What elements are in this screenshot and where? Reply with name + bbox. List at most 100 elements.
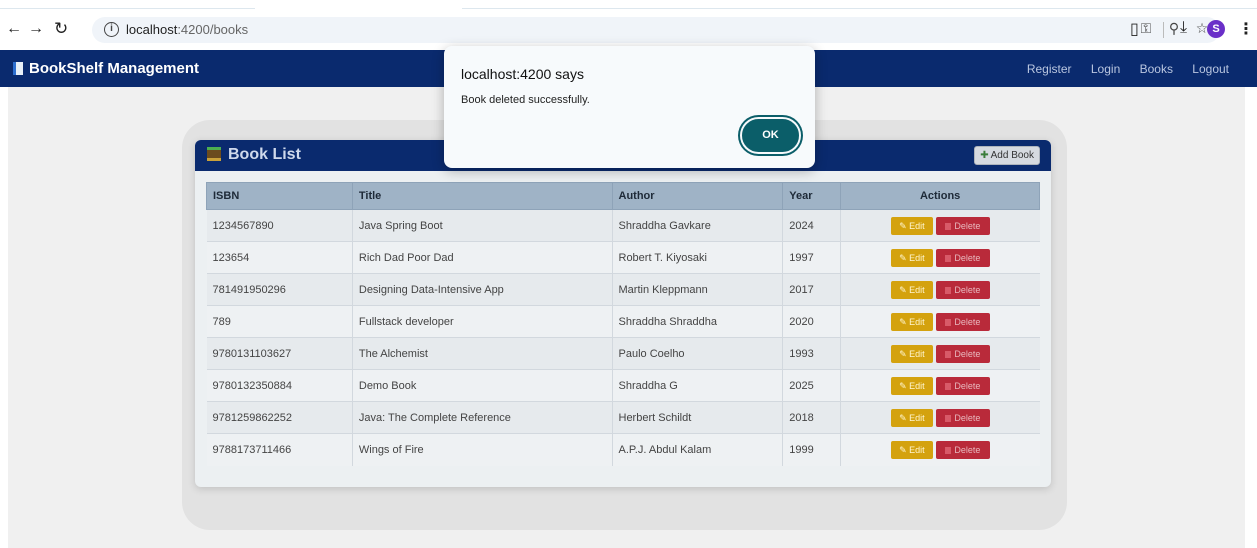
- nav-link-login[interactable]: Login: [1091, 62, 1120, 76]
- cell-isbn: 9781259862252: [206, 401, 353, 434]
- nav-link-register[interactable]: Register: [1027, 62, 1072, 76]
- cell-actions: ✎ Edit Delete: [840, 401, 1040, 434]
- tab-line-left: [0, 8, 255, 9]
- edit-button[interactable]: ✎ Edit: [890, 312, 933, 331]
- cell-title: The Alchemist: [351, 337, 612, 370]
- cell-year: 2017: [782, 273, 841, 306]
- cell-year: 2020: [782, 305, 841, 338]
- table-row: 781491950296 Designing Data-Intensive App…: [206, 273, 1040, 306]
- table-row: 9780132350884 Demo Book Shraddha G 2025 ✎ Ed…: [206, 369, 1040, 402]
- header-isbn: ISBN: [206, 182, 353, 210]
- browser-menu-icon[interactable]: ⋮: [1238, 19, 1254, 39]
- trash-icon: [945, 382, 952, 390]
- cell-title: Wings of Fire: [351, 433, 612, 466]
- trash-icon: [945, 350, 952, 358]
- trash-icon: [945, 286, 952, 294]
- delete-label: Delete: [954, 316, 981, 327]
- edit-button[interactable]: ✎ Edit: [890, 440, 933, 459]
- download-icon[interactable]: ⤓: [1180, 19, 1187, 37]
- edit-label: Edit: [909, 220, 925, 231]
- delete-button[interactable]: Delete: [935, 376, 990, 395]
- nav-links: Register Login Books Logout: [1011, 62, 1229, 76]
- cell-actions: ✎ Edit Delete: [840, 273, 1040, 306]
- pencil-icon: ✎: [899, 316, 907, 327]
- delete-button[interactable]: Delete: [935, 248, 990, 267]
- cell-isbn: 123654: [206, 241, 353, 274]
- table-row: 9780131103627 The Alchemist Paulo Coelho 19…: [206, 337, 1040, 370]
- cell-actions: ✎ Edit Delete: [840, 433, 1040, 466]
- brand[interactable]: BookShelf Management: [13, 60, 199, 77]
- delete-button[interactable]: Delete: [935, 280, 990, 299]
- nav-link-logout[interactable]: Logout: [1192, 62, 1229, 76]
- trash-icon: [945, 446, 952, 454]
- edit-button[interactable]: ✎ Edit: [890, 344, 933, 363]
- cell-author: Paulo Coelho: [611, 337, 783, 370]
- alert-dialog: localhost:4200 says Book deleted success…: [444, 46, 815, 168]
- edit-button[interactable]: ✎ Edit: [890, 408, 933, 427]
- delete-button[interactable]: Delete: [935, 312, 990, 331]
- book-icon: [13, 62, 23, 75]
- edit-label: Edit: [909, 252, 925, 263]
- edit-button[interactable]: ✎ Edit: [890, 216, 933, 235]
- reload-icon[interactable]: ↻: [54, 18, 68, 40]
- cell-title: Fullstack developer: [351, 305, 612, 338]
- add-book-button[interactable]: ✚ Add Book: [974, 146, 1040, 165]
- cell-author: Robert T. Kiyosaki: [611, 241, 783, 274]
- cell-title: Demo Book: [351, 369, 612, 402]
- edit-button[interactable]: ✎ Edit: [890, 376, 933, 395]
- delete-label: Delete: [954, 252, 981, 263]
- back-arrow-icon[interactable]: ←: [6, 18, 22, 40]
- delete-label: Delete: [954, 220, 981, 231]
- edit-label: Edit: [909, 412, 925, 423]
- card-title-text: Book List: [228, 146, 301, 163]
- extensions-puzzle-icon[interactable]: ▯: [1130, 19, 1139, 39]
- cell-isbn: 789: [206, 305, 353, 338]
- edit-button[interactable]: ✎ Edit: [890, 280, 933, 299]
- book-list-card: Book List ✚ Add Book ISBN Title Author Ye…: [195, 140, 1051, 487]
- url-text: localhost:4200/books: [126, 22, 249, 37]
- cell-isbn: 9788173711466: [206, 433, 353, 466]
- cell-actions: ✎ Edit Delete: [840, 241, 1040, 274]
- profile-avatar[interactable]: S: [1207, 20, 1225, 38]
- tab-strip-line: [0, 8, 1257, 9]
- address-bar-icons: ⚿ ⚲ ☆: [1132, 20, 1216, 37]
- nav-link-books[interactable]: Books: [1140, 62, 1173, 76]
- trash-icon: [945, 414, 952, 422]
- cell-author: Martin Kleppmann: [611, 273, 783, 306]
- cell-isbn: 1234567890: [206, 209, 353, 242]
- cell-author: Shraddha Gavkare: [611, 209, 783, 242]
- cell-year: 2025: [782, 369, 841, 402]
- pencil-icon: ✎: [899, 220, 907, 231]
- tab-line-right: [462, 8, 1257, 9]
- table-row: 1234567890 Java Spring Boot Shraddha Gavka…: [206, 209, 1040, 242]
- ok-button[interactable]: OK: [742, 119, 799, 152]
- cell-year: 1999: [782, 433, 841, 466]
- cell-title: Java: The Complete Reference: [351, 401, 612, 434]
- delete-label: Delete: [954, 444, 981, 455]
- trash-icon: [945, 318, 952, 326]
- address-bar[interactable]: i localhost:4200/books ⚿ ⚲ ☆: [92, 17, 1220, 43]
- table-row: 789 Fullstack developer Shraddha Shraddha 2…: [206, 305, 1040, 338]
- cell-actions: ✎ Edit Delete: [840, 305, 1040, 338]
- delete-button[interactable]: Delete: [935, 344, 990, 363]
- forward-arrow-icon[interactable]: →: [28, 18, 44, 40]
- cell-author: A.P.J. Abdul Kalam: [611, 433, 783, 466]
- cell-year: 2018: [782, 401, 841, 434]
- edit-button[interactable]: ✎ Edit: [890, 248, 933, 267]
- delete-button[interactable]: Delete: [935, 440, 990, 459]
- delete-button[interactable]: Delete: [935, 216, 990, 235]
- table-row: 9781259862252 Java: The Complete Referenc…: [206, 401, 1040, 434]
- delete-button[interactable]: Delete: [935, 408, 990, 427]
- brand-text: BookShelf Management: [29, 60, 200, 77]
- header-actions: Actions: [840, 182, 1040, 210]
- delete-label: Delete: [954, 380, 981, 391]
- cell-year: 1997: [782, 241, 841, 274]
- trash-icon: [945, 254, 952, 262]
- table-header-row: ISBN Title Author Year Actions: [206, 182, 1040, 210]
- site-info-icon[interactable]: i: [104, 22, 119, 37]
- delete-label: Delete: [954, 412, 981, 423]
- header-author: Author: [611, 182, 784, 210]
- cell-author: Herbert Schildt: [611, 401, 783, 434]
- edit-label: Edit: [909, 316, 925, 327]
- pencil-icon: ✎: [899, 412, 907, 423]
